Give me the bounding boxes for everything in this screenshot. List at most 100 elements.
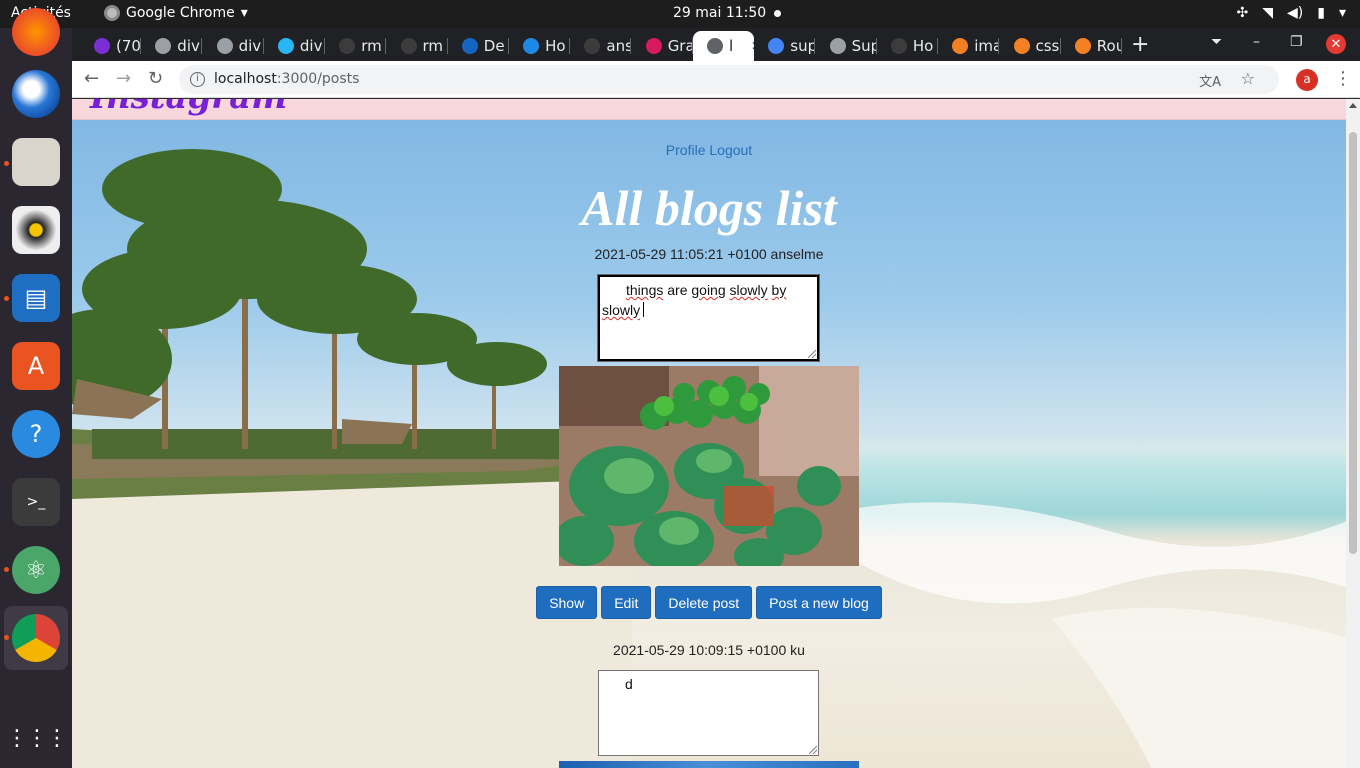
terminal-icon[interactable]: >_: [12, 478, 60, 526]
site-header: Instagram: [72, 99, 1346, 120]
tab-separator: [446, 38, 448, 54]
tab-favicon-icon: [523, 38, 540, 54]
site-logo[interactable]: Instagram: [90, 99, 287, 117]
page-scrollbar[interactable]: [1346, 99, 1360, 768]
post-meta: 2021-05-29 10:09:15 +0100 ku: [613, 642, 805, 658]
tab-separator: [385, 38, 387, 54]
forward-icon[interactable]: →: [116, 68, 131, 89]
address-bar[interactable]: i localhost:3000/posts 文A ☆: [179, 65, 1279, 94]
resize-grip-icon[interactable]: [809, 746, 817, 754]
wifi-icon[interactable]: ◥: [1262, 5, 1273, 21]
post-new-blog-button[interactable]: Post a new blog: [756, 586, 882, 619]
browser-tab[interactable]: l✕: [693, 31, 754, 61]
browser-tab[interactable]: (70: [80, 31, 141, 61]
back-icon[interactable]: ←: [84, 68, 99, 89]
scrollbar-thumb[interactable]: [1349, 132, 1357, 554]
bookmark-star-icon[interactable]: ☆: [1241, 69, 1255, 88]
post-body-textarea[interactable]: d: [598, 670, 819, 756]
close-window-icon[interactable]: ✕: [1326, 34, 1346, 54]
app-grid-icon[interactable]: ⋮⋮⋮: [6, 714, 68, 762]
show-button[interactable]: Show: [536, 586, 598, 619]
firefox-icon[interactable]: [12, 8, 60, 56]
browser-tab[interactable]: Rou: [1061, 31, 1122, 61]
chevron-down-icon[interactable]: ▾: [1339, 5, 1346, 21]
dock: ▤ A ? >_ ⚛ ⋮⋮⋮: [0, 8, 72, 768]
running-indicator: [4, 635, 9, 640]
ubuntu-software-icon[interactable]: A: [12, 342, 60, 390]
translate-icon[interactable]: 文A: [1199, 71, 1221, 90]
kebab-menu-icon[interactable]: ⋮: [1334, 68, 1352, 89]
reload-icon[interactable]: ↻: [148, 68, 163, 89]
browser-tab[interactable]: div: [141, 31, 203, 61]
browser-tab[interactable]: De: [448, 31, 509, 61]
browser-tab[interactable]: ima: [938, 31, 1000, 61]
scroll-up-icon[interactable]: [1349, 103, 1357, 108]
battery-icon[interactable]: ▮: [1317, 5, 1325, 21]
tab-separator: [323, 38, 325, 54]
chrome-icon[interactable]: [12, 614, 60, 662]
libreoffice-impress-icon[interactable]: ▤: [12, 274, 60, 322]
tab-separator: [998, 38, 1000, 54]
browser-tab[interactable]: ans: [570, 31, 632, 61]
new-tab-button[interactable]: +: [1131, 32, 1149, 57]
browser-tab[interactable]: div: [264, 31, 325, 61]
tab-label: Gra: [667, 37, 693, 55]
restore-icon[interactable]: ❐: [1290, 34, 1303, 50]
browser-tab[interactable]: sup: [754, 31, 816, 61]
app-menu-label: Google Chrome: [126, 5, 235, 21]
post-word: things: [626, 282, 664, 298]
tab-label: (70: [116, 37, 141, 55]
tab-separator: [630, 38, 632, 54]
url-text[interactable]: localhost:3000/posts: [214, 71, 359, 87]
browser-tab[interactable]: Gra: [632, 31, 693, 61]
thunderbird-icon[interactable]: [12, 70, 60, 118]
edit-button[interactable]: Edit: [601, 586, 652, 619]
tab-label: rm: [422, 37, 444, 55]
tab-separator: [691, 38, 693, 54]
browser-tab[interactable]: Ho: [877, 31, 938, 61]
browser-toolbar: ← → ↻ i localhost:3000/posts 文A ☆ a ⋮: [72, 61, 1360, 98]
tab-label: css: [1035, 37, 1060, 55]
browser-tab[interactable]: Ho: [509, 31, 571, 61]
tab-favicon-icon: [155, 38, 172, 54]
profile-avatar[interactable]: a: [1296, 69, 1318, 91]
tab-label: div: [238, 37, 262, 55]
page-viewport: Instagram Profile Logout All blogs list …: [72, 99, 1346, 768]
browser-tab[interactable]: rm: [325, 31, 387, 61]
site-info-icon[interactable]: i: [190, 72, 205, 87]
tab-separator: [814, 38, 816, 54]
system-tray[interactable]: ✣ ◥ ◀) ▮ ▾: [1237, 5, 1347, 21]
logout-link[interactable]: Logout: [709, 142, 752, 158]
tab-search-icon[interactable]: ⏷: [1211, 34, 1222, 50]
profile-link[interactable]: Profile: [666, 142, 706, 158]
tab-label: ima: [974, 37, 1000, 55]
browser-tab[interactable]: css: [1000, 31, 1061, 61]
tab-label: Ho: [912, 37, 934, 55]
browser-tab[interactable]: rm: [387, 31, 448, 61]
tab-favicon-icon: [890, 38, 907, 54]
post-word: going: [691, 282, 726, 298]
delete-post-button[interactable]: Delete post: [655, 586, 753, 619]
tab-separator: [507, 38, 509, 54]
tab-label: div: [299, 37, 323, 55]
volume-icon[interactable]: ◀): [1287, 5, 1303, 21]
rhythmbox-icon[interactable]: [12, 206, 60, 254]
help-icon[interactable]: ?: [12, 410, 60, 458]
tab-favicon-icon: [952, 38, 969, 54]
clock[interactable]: 29 mai 11:50: [673, 5, 766, 21]
slack-icon[interactable]: ✣: [1237, 5, 1249, 21]
app-menu[interactable]: Google Chrome ▾: [104, 5, 248, 21]
tab-label: De: [483, 37, 505, 55]
atom-icon[interactable]: ⚛: [12, 546, 60, 594]
tab-separator: [569, 38, 571, 54]
resize-grip-icon[interactable]: [808, 350, 816, 358]
files-icon[interactable]: [12, 138, 60, 186]
tab-favicon-icon: [461, 38, 478, 54]
browser-tab[interactable]: Sup: [816, 31, 877, 61]
chevron-down-icon: ▾: [240, 5, 248, 21]
tab-label: l: [729, 37, 734, 55]
close-tab-icon[interactable]: ✕: [751, 39, 754, 53]
browser-tab[interactable]: div: [203, 31, 264, 61]
post-body-textarea[interactable]: things are going slowly by slowly: [597, 274, 820, 362]
minimize-icon[interactable]: –: [1253, 34, 1260, 50]
